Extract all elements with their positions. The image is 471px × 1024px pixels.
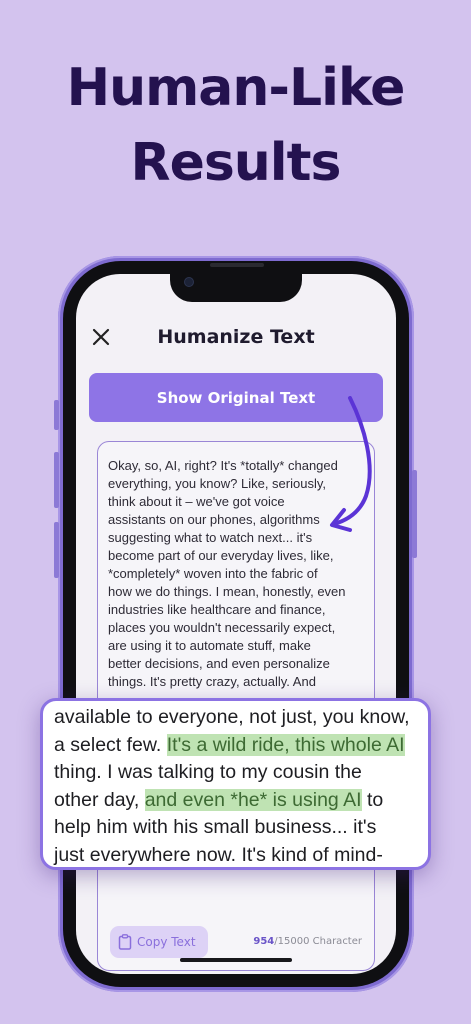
highlighted-phrase: and even *he* is using AI <box>144 788 362 811</box>
screen-title: Humanize Text <box>157 326 315 348</box>
phone-speaker <box>210 263 264 267</box>
zoom-line: help him with his small business... it's <box>54 816 377 838</box>
phone-volume-up <box>54 452 59 508</box>
headline-line-1: Human-Like <box>66 58 406 118</box>
phone-power-button <box>412 470 417 558</box>
text-line: things. It's pretty crazy, actually. And <box>108 674 316 689</box>
zoom-line-text: a select few. <box>54 733 167 756</box>
copy-text-button[interactable]: Copy Text <box>110 926 208 958</box>
text-line: places you wouldn't necessarily expect, <box>108 620 336 635</box>
character-count-used: 954 <box>253 936 275 947</box>
clipboard-icon <box>118 934 132 950</box>
zoom-line: other day, and even *he* is using AI to <box>54 787 426 815</box>
zoom-line: thing. I was talking to my cousin the <box>54 761 362 783</box>
text-line: better decisions, and even personalize <box>108 656 330 671</box>
headline-line-2: Results <box>130 133 342 193</box>
zoom-line: a select few. It's a wild ride, this who… <box>54 732 426 760</box>
front-camera <box>184 277 194 287</box>
text-line: how we do things. I mean, honestly, even <box>108 584 346 599</box>
show-original-text-label: Show Original Text <box>156 388 316 407</box>
character-count-limit: /15000 Character <box>274 936 362 947</box>
zoom-callout-text: available to everyone, not just, you kno… <box>54 704 426 869</box>
zoom-line-text: other day, <box>54 788 145 811</box>
phone-volume-down <box>54 522 59 578</box>
zoom-line-text: to <box>361 788 384 811</box>
home-indicator <box>180 958 292 962</box>
curved-arrow-icon <box>330 396 372 532</box>
copy-text-label: Copy Text <box>137 935 196 949</box>
text-line: industries like healthcare and finance, <box>108 602 326 617</box>
highlighted-phrase: It's a wild ride, this whole AI <box>166 733 405 756</box>
text-line: are using it to automate stuff, make <box>108 638 311 653</box>
text-line: become part of our everyday lives, like, <box>108 548 334 563</box>
character-count: 954/15000 Character <box>234 936 362 947</box>
text-line: *completely* woven into the fabric of <box>108 566 318 581</box>
zoom-line: available to everyone, not just, you kno… <box>54 706 410 728</box>
zoom-line: just everywhere now. It's kind of mind- <box>54 843 383 866</box>
close-icon <box>92 328 110 346</box>
phone-side-button <box>54 400 59 430</box>
close-button[interactable] <box>88 324 114 350</box>
